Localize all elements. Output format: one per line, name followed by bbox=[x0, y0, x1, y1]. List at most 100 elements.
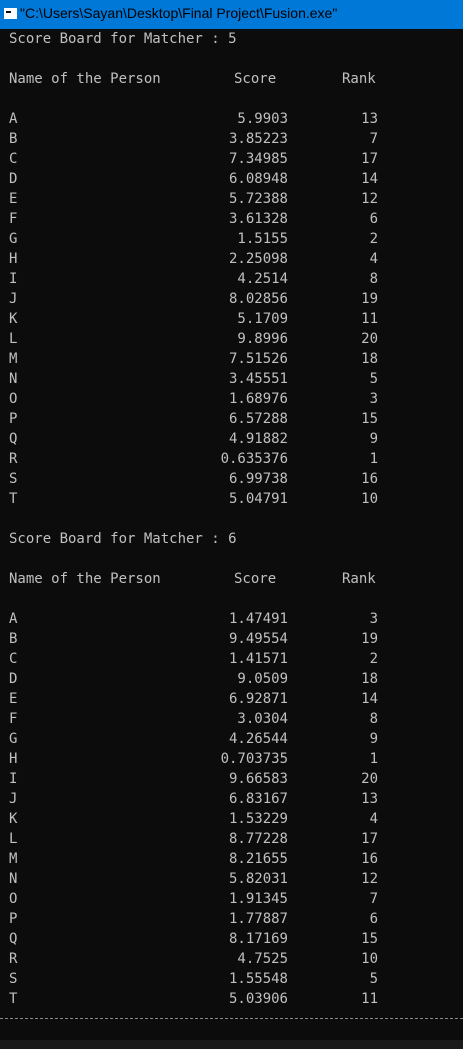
score-row: M 7.51526 18 bbox=[0, 349, 463, 369]
person-score: 3.85223 bbox=[228, 131, 288, 147]
person-name: K bbox=[9, 811, 18, 827]
score-row: O 1.91345 7 bbox=[0, 889, 463, 909]
person-score: 9.8996 bbox=[237, 331, 288, 347]
person-score: 6.83167 bbox=[228, 791, 288, 807]
person-name: M bbox=[9, 351, 18, 367]
score-row: A 1.47491 3 bbox=[0, 609, 463, 629]
console-output: Score Board for Matcher : 5 Name of the P… bbox=[0, 29, 463, 1019]
column-header-row: Name of the Person Score Rank bbox=[0, 69, 463, 89]
person-name: T bbox=[9, 991, 18, 1007]
person-name: Q bbox=[9, 431, 18, 447]
person-score: 8.02856 bbox=[228, 291, 288, 307]
person-rank: 6 bbox=[369, 211, 378, 227]
person-score: 2.25098 bbox=[228, 251, 288, 267]
person-name: A bbox=[9, 111, 18, 127]
score-row: T 5.04791 10 bbox=[0, 489, 463, 509]
person-rank: 12 bbox=[361, 191, 378, 207]
person-rank: 15 bbox=[361, 931, 378, 947]
person-rank: 4 bbox=[369, 251, 378, 267]
person-rank: 6 bbox=[369, 911, 378, 927]
score-row: T 5.03906 11 bbox=[0, 989, 463, 1009]
dashed-separator bbox=[0, 1018, 463, 1020]
score-row: G 1.5155 2 bbox=[0, 229, 463, 249]
person-name: B bbox=[9, 631, 18, 647]
person-score: 7.51526 bbox=[228, 351, 288, 367]
scoreboard-title: Score Board for Matcher : 5 bbox=[9, 31, 237, 47]
person-score: 9.0509 bbox=[237, 671, 288, 687]
person-name: B bbox=[9, 131, 18, 147]
person-name: F bbox=[9, 211, 18, 227]
person-score: 1.68976 bbox=[228, 391, 288, 407]
horizontal-scrollbar[interactable] bbox=[0, 1040, 463, 1049]
scoreboard-title: Score Board for Matcher : 6 bbox=[9, 531, 237, 547]
console-app-icon bbox=[4, 8, 17, 19]
window-title: "C:\Users\Sayan\Desktop\Final Project\Fu… bbox=[20, 5, 338, 21]
score-row: O 1.68976 3 bbox=[0, 389, 463, 409]
person-score: 8.17169 bbox=[228, 931, 288, 947]
person-name: L bbox=[9, 331, 18, 347]
person-rank: 16 bbox=[361, 851, 378, 867]
person-name: R bbox=[9, 451, 18, 467]
person-rank: 2 bbox=[369, 651, 378, 667]
score-row: J 6.83167 13 bbox=[0, 789, 463, 809]
person-name: Q bbox=[9, 931, 18, 947]
person-rank: 8 bbox=[369, 711, 378, 727]
person-score: 3.45551 bbox=[228, 371, 288, 387]
person-rank: 12 bbox=[361, 871, 378, 887]
score-row: P 6.57288 15 bbox=[0, 409, 463, 429]
person-score: 0.703735 bbox=[220, 751, 288, 767]
person-rank: 13 bbox=[361, 111, 378, 127]
column-header-row: Name of the Person Score Rank bbox=[0, 569, 463, 589]
person-name: E bbox=[9, 191, 18, 207]
column-header-rank: Rank bbox=[342, 71, 376, 87]
person-rank: 18 bbox=[361, 351, 378, 367]
window-titlebar[interactable]: "C:\Users\Sayan\Desktop\Final Project\Fu… bbox=[0, 0, 463, 29]
person-rank: 7 bbox=[369, 891, 378, 907]
person-rank: 3 bbox=[369, 391, 378, 407]
score-row: Q 8.17169 15 bbox=[0, 929, 463, 949]
score-row: S 1.55548 5 bbox=[0, 969, 463, 989]
person-name: S bbox=[9, 971, 18, 987]
score-row: D 9.0509 18 bbox=[0, 669, 463, 689]
score-row: G 4.26544 9 bbox=[0, 729, 463, 749]
score-row: H 0.703735 1 bbox=[0, 749, 463, 769]
person-rank: 11 bbox=[361, 311, 378, 327]
person-rank: 15 bbox=[361, 411, 378, 427]
score-row: R 4.7525 10 bbox=[0, 949, 463, 969]
person-score: 3.61328 bbox=[228, 211, 288, 227]
person-name: D bbox=[9, 171, 18, 187]
person-score: 3.0304 bbox=[237, 711, 288, 727]
person-score: 7.34985 bbox=[228, 151, 288, 167]
column-header-rank: Rank bbox=[342, 571, 376, 587]
person-name: A bbox=[9, 611, 18, 627]
person-name: D bbox=[9, 671, 18, 687]
score-row: I 4.2514 8 bbox=[0, 269, 463, 289]
score-row: H 2.25098 4 bbox=[0, 249, 463, 269]
person-rank: 13 bbox=[361, 791, 378, 807]
person-score: 1.47491 bbox=[228, 611, 288, 627]
person-score: 4.91882 bbox=[228, 431, 288, 447]
person-score: 0.635376 bbox=[220, 451, 288, 467]
person-score: 1.91345 bbox=[228, 891, 288, 907]
score-row: C 1.41571 2 bbox=[0, 649, 463, 669]
score-row: B 9.49554 19 bbox=[0, 629, 463, 649]
person-score: 1.55548 bbox=[228, 971, 288, 987]
score-row: L 9.8996 20 bbox=[0, 329, 463, 349]
person-score: 1.41571 bbox=[228, 651, 288, 667]
person-score: 9.49554 bbox=[228, 631, 288, 647]
score-row: S 6.99738 16 bbox=[0, 469, 463, 489]
person-score: 9.66583 bbox=[228, 771, 288, 787]
column-header-score: Score bbox=[234, 571, 277, 587]
score-row: L 8.77228 17 bbox=[0, 829, 463, 849]
score-row: P 1.77887 6 bbox=[0, 909, 463, 929]
person-rank: 9 bbox=[369, 731, 378, 747]
person-score: 4.2514 bbox=[237, 271, 288, 287]
score-row: B 3.85223 7 bbox=[0, 129, 463, 149]
person-rank: 3 bbox=[369, 611, 378, 627]
person-score: 1.77887 bbox=[228, 911, 288, 927]
person-rank: 7 bbox=[369, 131, 378, 147]
person-name: N bbox=[9, 371, 18, 387]
person-name: F bbox=[9, 711, 18, 727]
person-score: 8.77228 bbox=[228, 831, 288, 847]
score-row: R 0.635376 1 bbox=[0, 449, 463, 469]
